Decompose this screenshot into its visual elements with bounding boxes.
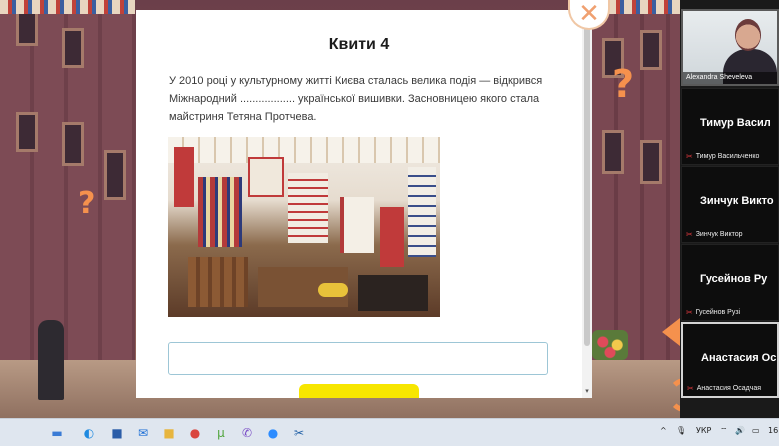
participant-tile[interactable]: Анастасия Ос ✂ Анастасия Осадчая bbox=[681, 322, 779, 398]
mic-off-icon: ✂ bbox=[686, 308, 693, 317]
question-mark-icon: ? bbox=[612, 62, 635, 106]
participant-tile[interactable]: Зинчук Викто ✂ Зинчук Виктор bbox=[681, 166, 779, 243]
video-call-panel: Alexandra Sheveleva Тимур Васил ✂ Тимур … bbox=[680, 0, 779, 418]
taskbar-viber-icon[interactable]: ✆ bbox=[238, 424, 256, 442]
answer-input[interactable] bbox=[168, 342, 548, 375]
participant-label: ✂ Гусейнов Рузі bbox=[686, 308, 740, 317]
photo-boots bbox=[358, 275, 428, 311]
window bbox=[62, 122, 84, 166]
participant-name: Анастасия Осадчая bbox=[696, 385, 762, 392]
participant-name: Зинчук Виктор bbox=[695, 231, 743, 238]
street-bollard bbox=[38, 320, 64, 400]
participant-name: Alexandra Sheveleva bbox=[683, 72, 777, 84]
participant-video-main[interactable]: Alexandra Sheveleva bbox=[681, 9, 779, 86]
modal-scrollbar[interactable]: ▾ bbox=[582, 10, 592, 398]
participant-tile[interactable]: Гусейнов Ру ✂ Гусейнов Рузі bbox=[681, 244, 779, 321]
participant-name: Гусейнов Рузі bbox=[695, 309, 741, 316]
taskbar-zoom-icon[interactable]: ● bbox=[264, 424, 282, 442]
modal-title: Квити 4 bbox=[328, 36, 390, 53]
clock[interactable]: 16 bbox=[768, 426, 778, 435]
flower-box bbox=[592, 330, 628, 360]
mic-off-icon: ✂ bbox=[686, 152, 693, 161]
photo-dress bbox=[380, 207, 404, 267]
embroidery-museum-photo bbox=[168, 137, 440, 317]
submit-button[interactable] bbox=[299, 384, 419, 398]
participant-label: ✂ Анастасия Осадчая bbox=[687, 384, 761, 393]
question-mark-icon: ? bbox=[78, 186, 96, 221]
question-text: У 2010 році у культурному житті Києва ст… bbox=[169, 75, 543, 123]
left-building bbox=[0, 0, 135, 418]
microphone-icon[interactable]: 🎙 bbox=[676, 426, 686, 435]
window bbox=[62, 28, 84, 68]
photo-sunflowers bbox=[318, 283, 348, 297]
window bbox=[640, 140, 662, 184]
participant-name: Тимур Васильченко bbox=[695, 153, 760, 160]
participant-display-name: Анастасия Ос bbox=[701, 352, 777, 364]
volume-icon[interactable]: 🔊 bbox=[735, 426, 745, 435]
language-indicator[interactable]: УКР bbox=[696, 426, 711, 435]
participant-tile[interactable]: Тимур Васил ✂ Тимур Васильченко bbox=[681, 88, 779, 165]
windows-taskbar: ▬ ◐ ■ ✉ ■ ● μ ✆ ● ✂ ^ 🎙 УКР ⌔ 🔊 ▭ 16 bbox=[0, 418, 779, 446]
tray-overflow-icon[interactable]: ^ bbox=[660, 426, 667, 435]
window bbox=[104, 150, 126, 200]
taskbar-store-icon[interactable]: ■ bbox=[108, 424, 126, 442]
photo-textile bbox=[174, 147, 194, 207]
mic-off-icon: ✂ bbox=[686, 230, 693, 239]
arrow-left-icon[interactable] bbox=[662, 318, 680, 346]
window bbox=[602, 130, 624, 174]
taskbar-mail-icon[interactable]: ✉ bbox=[134, 424, 152, 442]
battery-icon[interactable]: ▭ bbox=[752, 426, 760, 435]
photo-ceiling bbox=[168, 137, 440, 163]
photo-cloth bbox=[408, 167, 436, 257]
participant-display-name: Зинчук Викто bbox=[700, 195, 774, 207]
taskbar-snip-icon[interactable]: ✂ bbox=[290, 424, 308, 442]
participant-display-name: Гусейнов Ру bbox=[700, 273, 768, 285]
taskbar-folder-icon[interactable]: ■ bbox=[160, 424, 178, 442]
scroll-down-icon[interactable]: ▾ bbox=[583, 388, 591, 396]
ukrainian-ornament-strip bbox=[0, 0, 135, 14]
participant-head bbox=[735, 19, 761, 51]
photo-cloth bbox=[340, 197, 374, 253]
wifi-icon[interactable]: ⌔ bbox=[720, 426, 728, 436]
window bbox=[16, 112, 38, 152]
participant-label: ✂ Тимур Васильченко bbox=[686, 152, 759, 161]
photo-rushnyk bbox=[198, 177, 242, 247]
taskbar-chrome-icon[interactable]: ● bbox=[186, 424, 204, 442]
participant-label: ✂ Зинчук Виктор bbox=[686, 230, 743, 239]
photo-baskets bbox=[188, 257, 248, 307]
participant-display-name: Тимур Васил bbox=[700, 117, 771, 129]
photo-shirt bbox=[248, 157, 284, 197]
window bbox=[16, 10, 38, 46]
window bbox=[640, 30, 662, 70]
scrollbar-thumb[interactable] bbox=[584, 14, 590, 346]
taskbar-landscape-icon[interactable]: ▬ bbox=[42, 424, 72, 442]
mic-off-icon: ✂ bbox=[687, 384, 694, 393]
taskbar-torrent-icon[interactable]: μ bbox=[212, 424, 230, 442]
photo-towel bbox=[288, 173, 328, 243]
question-modal: Квити 4 У 2010 році у культурному житті … bbox=[136, 10, 592, 398]
taskbar-edge-icon[interactable]: ◐ bbox=[80, 424, 98, 442]
